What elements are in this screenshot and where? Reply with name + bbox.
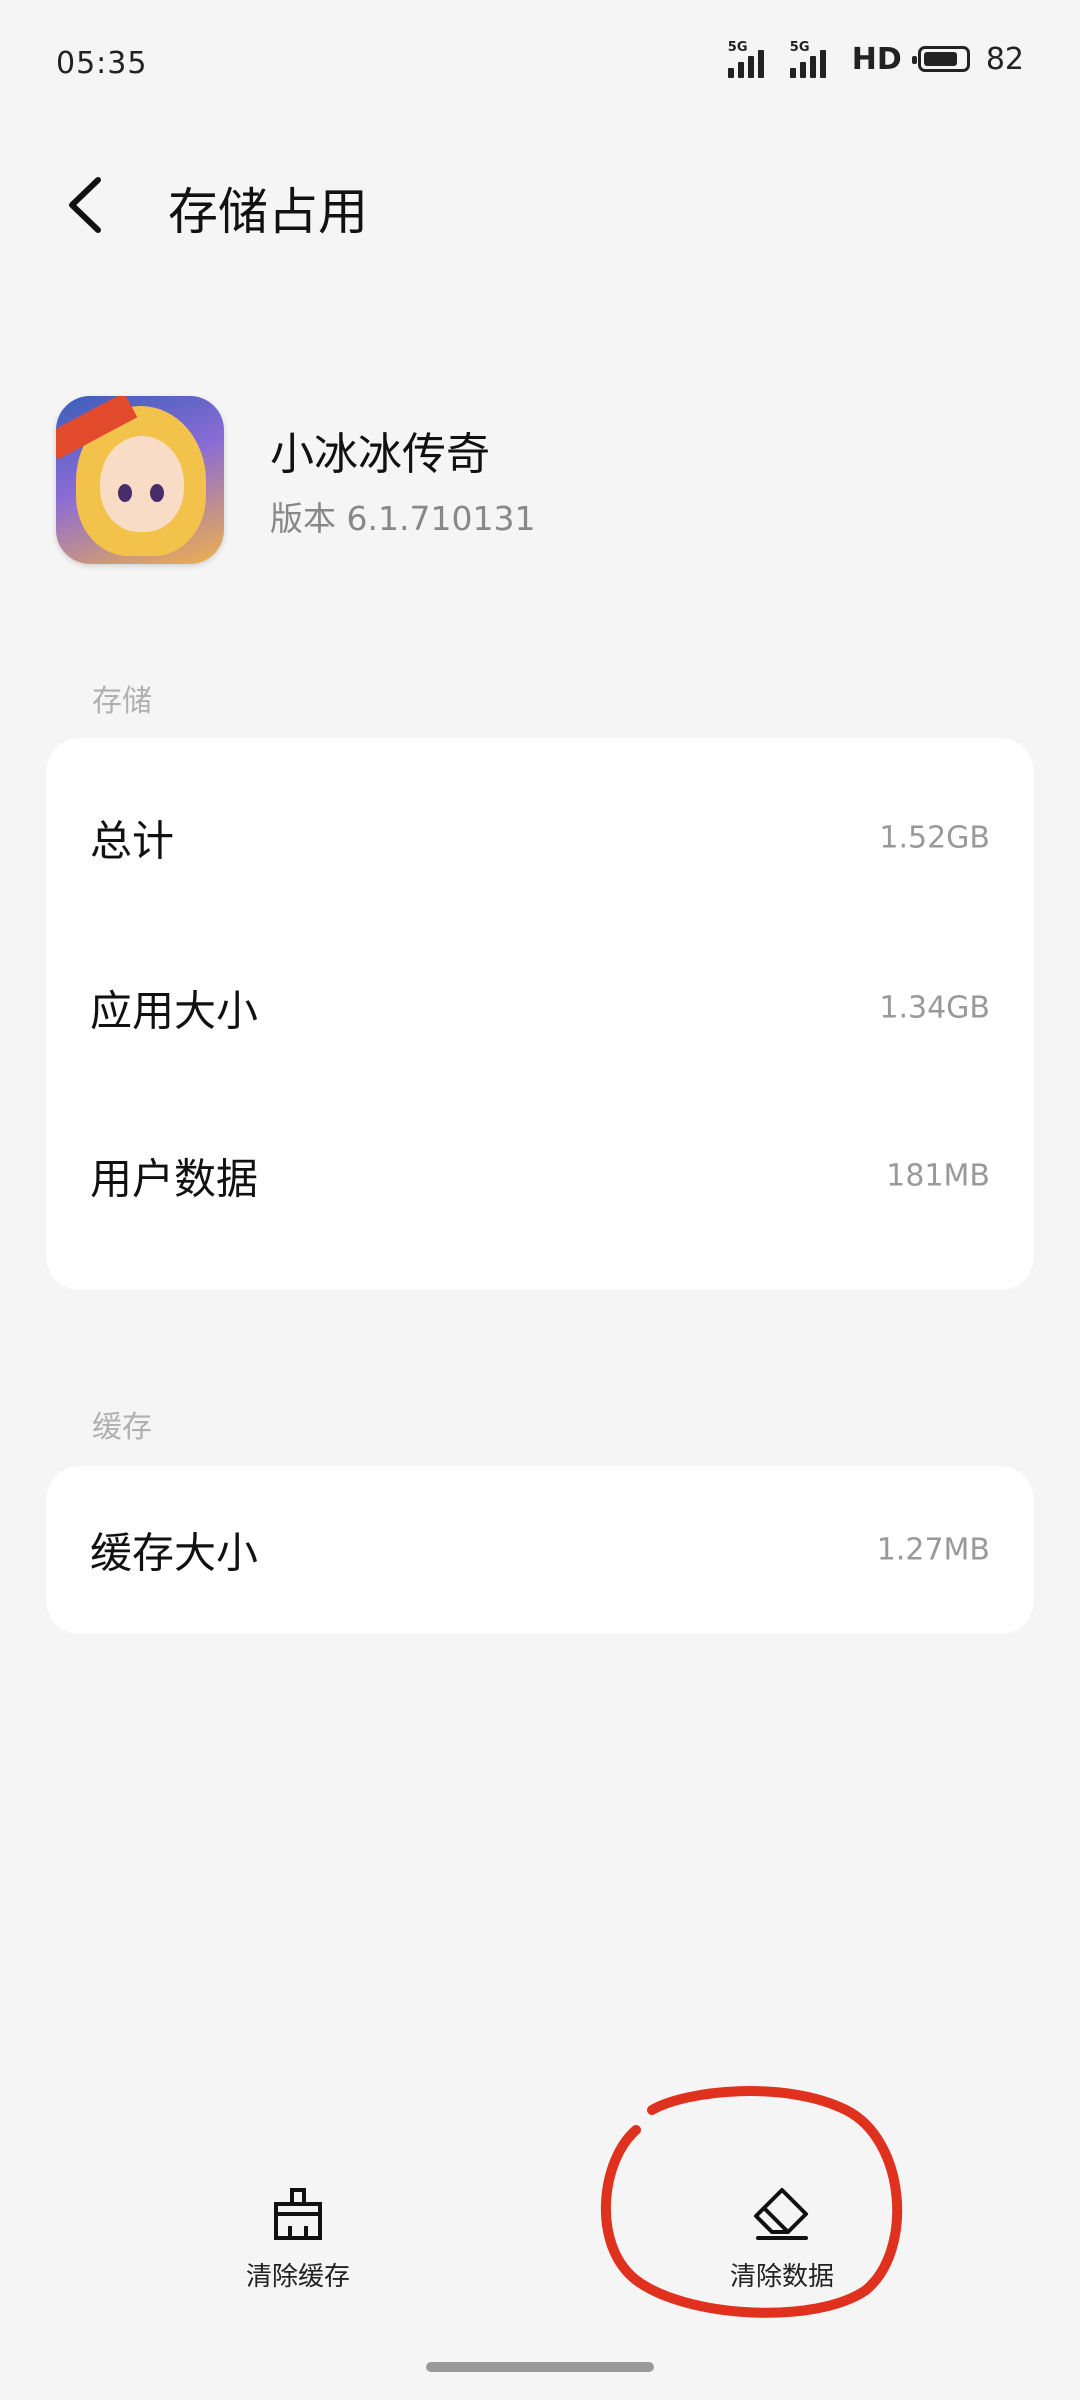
eraser-icon (754, 2188, 808, 2240)
home-indicator[interactable] (426, 2362, 654, 2372)
clear-cache-button[interactable]: 清除缓存 (168, 2186, 428, 2316)
page-title: 存储占用 (168, 183, 368, 241)
battery-percent: 82 (985, 41, 1024, 77)
status-bar: 05:35 5G 5G HD 82 (0, 0, 1080, 120)
back-button[interactable] (60, 170, 120, 240)
storage-row-app-size: 应用大小 1.34GB (46, 924, 1034, 1092)
battery-icon (911, 46, 970, 72)
battery-fill (923, 52, 957, 66)
row-value: 1.52GB (879, 820, 990, 856)
storage-section-label: 存储 (92, 684, 152, 719)
signal-icon-2: 5G (789, 40, 836, 78)
row-value: 1.34GB (879, 990, 990, 1026)
status-time: 05:35 (56, 46, 148, 81)
row-label: 应用大小 (90, 986, 259, 1036)
broom-icon (274, 2188, 322, 2240)
app-version: 版本 6.1.710131 (270, 499, 536, 538)
row-label: 缓存大小 (90, 1528, 259, 1578)
clear-cache-label: 清除缓存 (245, 2262, 350, 2292)
cache-card: 缓存大小 1.27MB (46, 1466, 1034, 1634)
hd-indicator: HD (851, 41, 902, 77)
status-icons: 5G 5G HD 82 (727, 40, 1024, 78)
cache-section-label: 缓存 (92, 1410, 152, 1445)
storage-row-total: 总计 1.52GB (46, 754, 1034, 922)
cache-row-size: 缓存大小 1.27MB (46, 1466, 1034, 1634)
storage-card: 总计 1.52GB 应用大小 1.34GB 用户数据 181MB (46, 738, 1034, 1290)
signal-icon: 5G (727, 40, 774, 78)
clear-data-button[interactable]: 清除数据 (652, 2186, 912, 2316)
app-name: 小冰冰传奇 (270, 429, 490, 480)
row-label: 用户数据 (90, 1154, 259, 1204)
row-value: 1.27MB (876, 1532, 990, 1568)
app-icon (56, 396, 224, 564)
chevron-left-icon (69, 177, 101, 233)
row-value: 181MB (886, 1158, 990, 1194)
clear-data-label: 清除数据 (729, 2262, 834, 2292)
row-label: 总计 (90, 816, 175, 866)
storage-row-user-data: 用户数据 181MB (46, 1092, 1034, 1260)
